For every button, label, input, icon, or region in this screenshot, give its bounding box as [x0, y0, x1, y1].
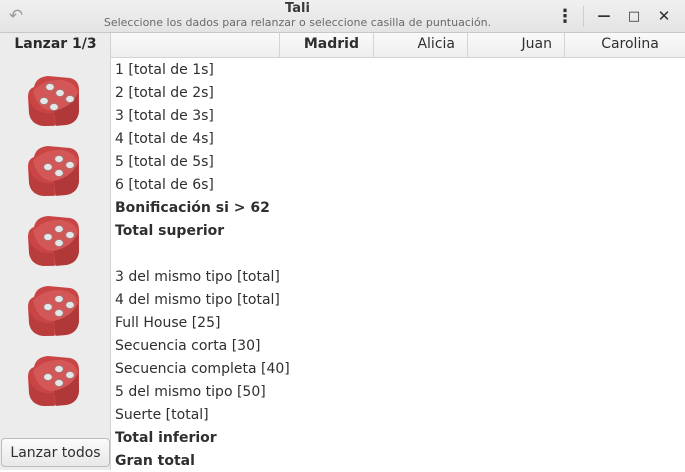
score-row-label[interactable]: Secuencia completa [40]: [115, 358, 290, 380]
roll-all-button[interactable]: Lanzar todos: [1, 438, 110, 467]
score-table-header: Madrid Alicia Juan Carolina: [111, 33, 685, 58]
score-row-label[interactable]: 6 [total de 6s]: [115, 174, 214, 196]
score-table: Madrid Alicia Juan Carolina 1 [total de …: [111, 33, 685, 470]
column-header-player[interactable]: Juan: [468, 33, 565, 58]
score-row-label[interactable]: Suerte [total]: [115, 404, 209, 426]
score-row-label[interactable]: Secuencia corta [30]: [115, 335, 260, 357]
die-icon[interactable]: [24, 351, 82, 409]
die-icon[interactable]: [24, 71, 82, 129]
column-header-blank: [111, 33, 280, 58]
score-row-label[interactable]: 3 [total de 3s]: [115, 105, 214, 127]
score-row-label[interactable]: Total inferior: [115, 427, 217, 449]
score-row-label[interactable]: 2 [total de 2s]: [115, 82, 214, 104]
score-row-label[interactable]: 5 [total de 5s]: [115, 151, 214, 173]
column-header-player[interactable]: Madrid: [280, 33, 374, 58]
score-row-label[interactable]: Gran total: [115, 450, 195, 472]
score-row-label[interactable]: 4 [total de 4s]: [115, 128, 214, 150]
column-header-player[interactable]: Carolina: [565, 33, 685, 58]
minimize-icon[interactable]: —: [592, 4, 616, 28]
header-separator: [583, 6, 584, 27]
score-row-label[interactable]: 1 [total de 1s]: [115, 59, 214, 81]
roll-counter: Lanzar 1/3: [14, 36, 97, 52]
close-icon[interactable]: ✕: [652, 4, 676, 28]
window-title: Tali: [285, 1, 310, 16]
die-icon[interactable]: [24, 211, 82, 269]
maximize-icon[interactable]: □: [622, 4, 646, 28]
score-row-label[interactable]: Full House [25]: [115, 312, 220, 334]
score-row-label[interactable]: 3 del mismo tipo [total]: [115, 266, 280, 288]
menu-icon[interactable]: ⋮: [553, 4, 577, 28]
die-icon[interactable]: [24, 281, 82, 339]
column-header-player[interactable]: Alicia: [374, 33, 468, 58]
die-icon[interactable]: [24, 141, 82, 199]
score-row-label[interactable]: 5 del mismo tipo [50]: [115, 381, 266, 403]
dice-panel: Lanzar 1/3 Lanzar todos: [0, 33, 111, 470]
undo-icon[interactable]: ↶: [0, 0, 32, 32]
title-area: Tali Seleccione los dados para relanzar …: [40, 0, 555, 30]
score-row-label[interactable]: 4 del mismo tipo [total]: [115, 289, 280, 311]
tali-window: ↶ Tali Seleccione los dados para relanza…: [0, 0, 685, 470]
score-row-label[interactable]: Total superior: [115, 220, 224, 242]
header-bar: ↶ Tali Seleccione los dados para relanza…: [0, 0, 685, 33]
score-row-label[interactable]: Bonificación si > 62: [115, 197, 270, 219]
window-subtitle: Seleccione los dados para relanzar o sel…: [103, 16, 492, 29]
